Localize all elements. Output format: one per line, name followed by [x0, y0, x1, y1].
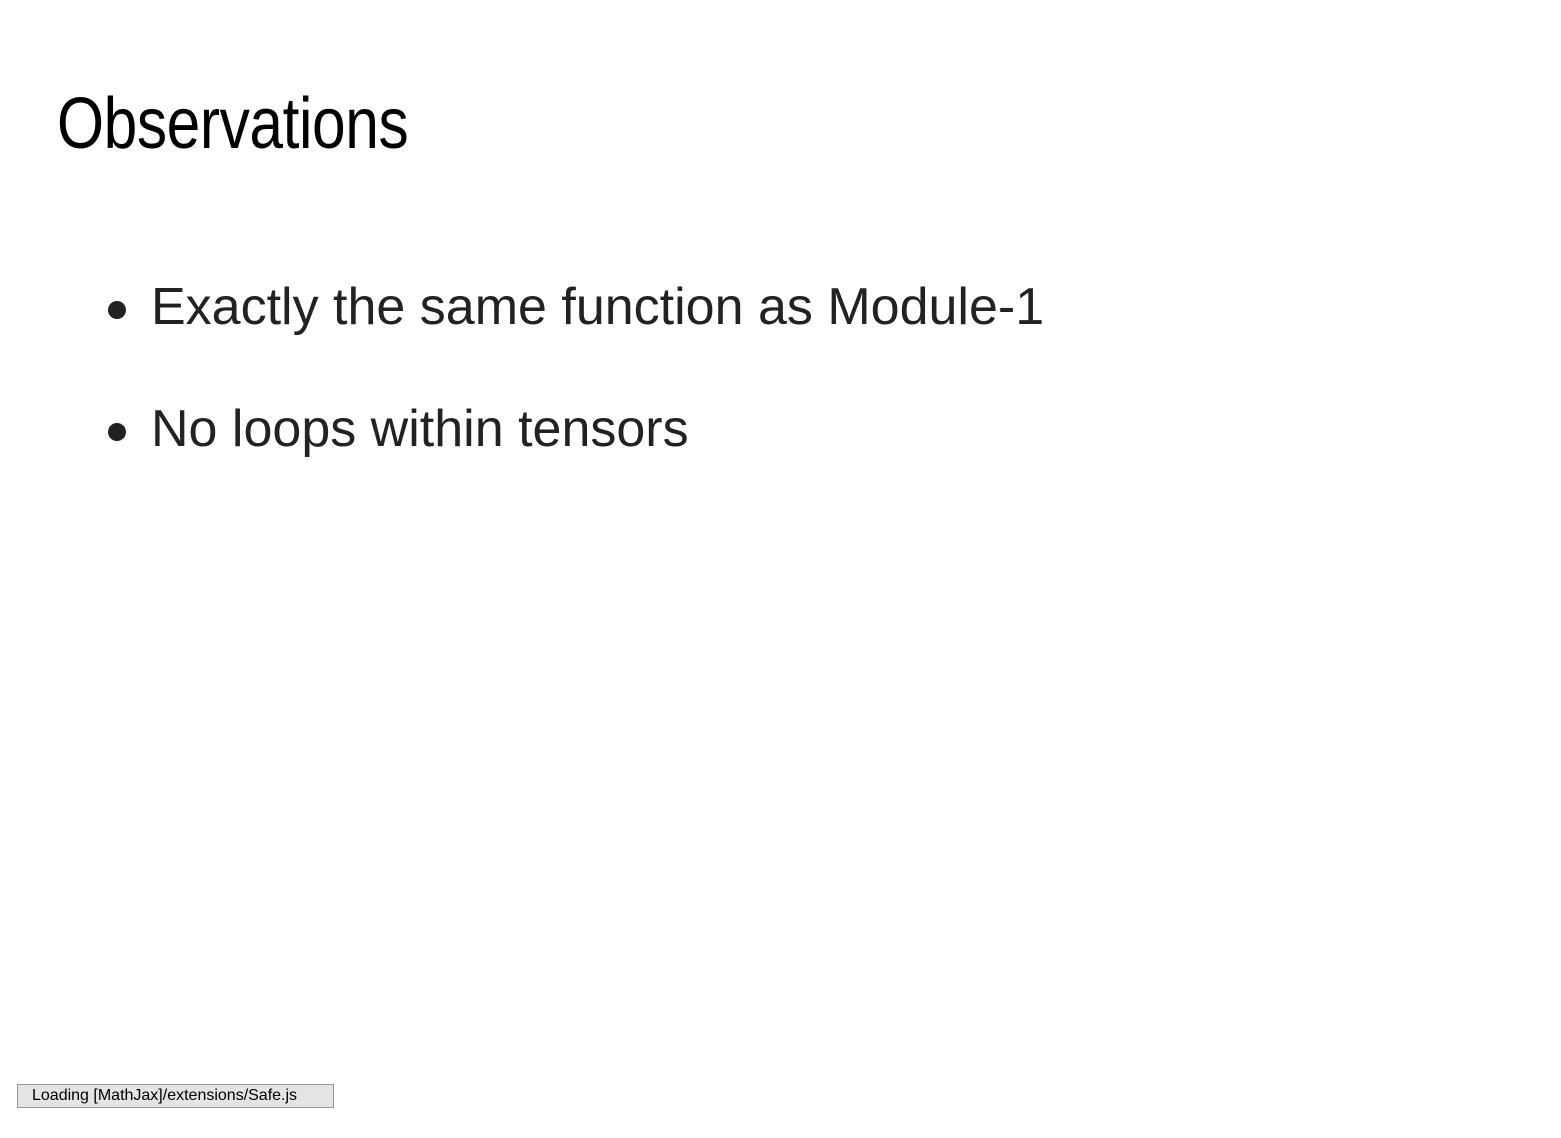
bullet-text: No loops within tensors — [151, 400, 689, 458]
bullet-dot-icon — [108, 301, 126, 319]
mathjax-loading-status: Loading [MathJax]/extensions/Safe.js — [17, 1084, 334, 1108]
bullet-dot-icon — [108, 423, 126, 441]
bullet-list: Exactly the same function as Module-1 No… — [108, 276, 1044, 520]
bullet-item: No loops within tensors — [108, 398, 1044, 460]
bullet-item: Exactly the same function as Module-1 — [108, 276, 1044, 338]
bullet-text: Exactly the same function as Module-1 — [151, 278, 1045, 336]
slide-title: Observations — [57, 84, 409, 164]
